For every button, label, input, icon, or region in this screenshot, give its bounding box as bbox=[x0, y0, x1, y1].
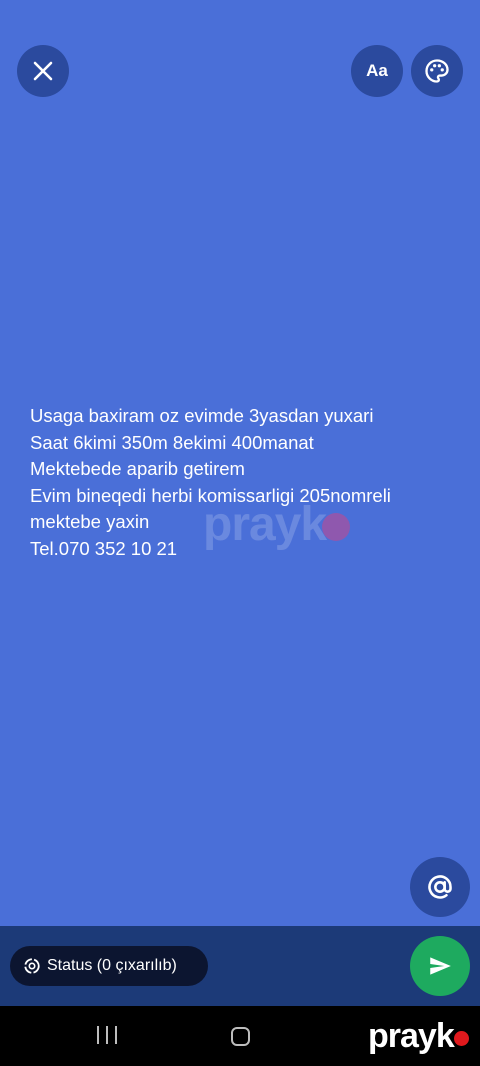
close-button[interactable] bbox=[17, 45, 69, 97]
color-palette-button[interactable] bbox=[411, 45, 463, 97]
brand-logo: prayk bbox=[368, 1016, 469, 1056]
status-ring-icon bbox=[24, 958, 40, 974]
font-button[interactable]: Aa bbox=[351, 45, 403, 97]
send-button[interactable] bbox=[410, 936, 470, 996]
home-icon[interactable] bbox=[231, 1027, 250, 1046]
status-privacy-chip[interactable]: Status (0 çıxarılıb) bbox=[10, 946, 208, 986]
status-canvas: Aa Usaga baxiram oz evimde 3yasdan yuxar… bbox=[0, 0, 480, 926]
status-chip-label: Status (0 çıxarılıb) bbox=[47, 957, 177, 974]
brand-text: prayk bbox=[368, 1016, 455, 1055]
palette-icon bbox=[425, 59, 449, 83]
brand-dot bbox=[453, 1030, 469, 1046]
font-label: Aa bbox=[366, 61, 388, 80]
status-line: Usaga baxiram oz evimde 3yasdan yuxari bbox=[30, 405, 374, 426]
bottom-bar: Status (0 çıxarılıb) bbox=[0, 926, 480, 1006]
status-line: Saat 6kimi 350m 8ekimi 400manat bbox=[30, 431, 314, 453]
close-icon bbox=[33, 61, 53, 81]
watermark-dot bbox=[322, 513, 351, 541]
at-sign-icon bbox=[428, 875, 452, 899]
send-icon bbox=[430, 957, 451, 975]
watermark-logo: prayk bbox=[203, 496, 393, 552]
recents-icon[interactable] bbox=[97, 1026, 117, 1046]
status-line: Mektebede aparib getirem bbox=[30, 458, 245, 480]
mention-button[interactable] bbox=[410, 857, 470, 917]
system-navigation-bar: prayk bbox=[0, 1006, 480, 1066]
watermark-text: prayk bbox=[203, 497, 327, 551]
